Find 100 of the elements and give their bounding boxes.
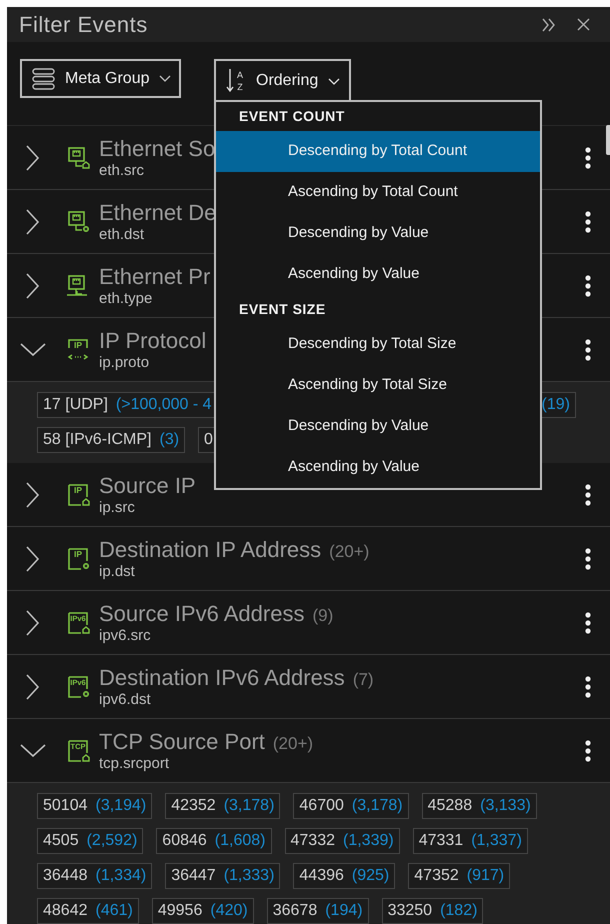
- value-text: 36678: [272, 901, 318, 921]
- group-count: (7): [352, 670, 374, 688]
- value-count: (1,337): [471, 831, 522, 851]
- menu-item[interactable]: Descending by Total Count: [216, 131, 540, 172]
- value-tag[interactable]: 58 [IPv6-ICMP] (3): [37, 427, 186, 453]
- network-port-icon: [66, 146, 90, 170]
- more-options-icon[interactable]: [585, 484, 591, 506]
- value-tag[interactable]: 47331 (1,337): [412, 828, 528, 854]
- value-tag[interactable]: 36447 (1,333): [165, 863, 280, 889]
- value-tag[interactable]: 49956 (420): [152, 898, 254, 924]
- double-chevron-right-icon[interactable]: [542, 18, 556, 32]
- group-title[interactable]: Source IP: [99, 474, 196, 496]
- group-count: (20+): [329, 542, 370, 560]
- value-text: 44396: [299, 866, 344, 886]
- chevron-right-icon[interactable]: [26, 272, 40, 298]
- value-tag[interactable]: 36678 (194): [266, 898, 369, 924]
- menu-section-header: EVENT COUNT: [239, 107, 345, 126]
- menu-section-header: EVENT SIZE: [239, 300, 326, 319]
- value-count: (194): [325, 901, 363, 921]
- chevron-right-icon[interactable]: [26, 546, 40, 572]
- group-title[interactable]: IP Protocol: [99, 330, 206, 352]
- field-name: ipv6.dst: [99, 692, 151, 706]
- chevron-right-icon[interactable]: [26, 674, 40, 700]
- more-options-icon[interactable]: [585, 740, 591, 762]
- value-count: (1,334): [96, 866, 146, 886]
- value-count: (19): [542, 395, 570, 415]
- value-count: (3,133): [480, 796, 531, 816]
- group-count: (9): [312, 606, 334, 624]
- group-title[interactable]: Destination IP Address: [99, 538, 322, 560]
- value-text: 48642: [43, 901, 88, 921]
- value-count: (2,592): [86, 831, 138, 851]
- group-title[interactable]: Destination IPv6 Address: [99, 666, 345, 688]
- value-tag[interactable]: 4505 (2,592): [37, 828, 144, 854]
- chevron-right-icon[interactable]: [26, 610, 40, 636]
- value-tag[interactable]: 36448 (1,334): [37, 863, 152, 889]
- value-text: 4505: [43, 831, 79, 851]
- more-options-icon[interactable]: [585, 338, 591, 360]
- chevron-right-icon[interactable]: [26, 482, 40, 508]
- scrollbar-thumb[interactable]: [606, 125, 610, 155]
- network-port-icon: [66, 210, 90, 234]
- value-tag[interactable]: 50104 (3,194): [37, 793, 152, 819]
- caret-icon: [328, 78, 340, 84]
- more-options-icon[interactable]: [585, 210, 591, 232]
- field-name: ip.dst: [99, 564, 135, 578]
- field-name: tcp.srcport: [99, 756, 170, 770]
- value-text: 50104: [43, 796, 88, 816]
- group-title[interactable]: TCP Source Port: [99, 730, 265, 752]
- meta-group-button[interactable]: Meta Group: [20, 59, 181, 98]
- value-tag[interactable]: 48642 (461): [37, 898, 139, 924]
- value-count: (925): [352, 866, 390, 886]
- more-options-icon[interactable]: [585, 612, 591, 634]
- value-text: 49956: [158, 901, 202, 921]
- more-options-icon[interactable]: [585, 676, 591, 698]
- group-title[interactable]: Ethernet Pr: [99, 266, 210, 288]
- value-tag[interactable]: 45288 (3,133): [422, 793, 537, 819]
- value-count: (>100,000 - 4: [116, 395, 212, 415]
- group-title[interactable]: Source IPv6 Address: [99, 602, 304, 624]
- chevron-right-icon[interactable]: [26, 144, 40, 170]
- value-tag[interactable]: 44396 (925): [293, 863, 396, 889]
- field-name: ipv6.src: [99, 628, 151, 642]
- value-text: 33250: [388, 901, 432, 921]
- value-text: 47331: [418, 831, 464, 851]
- value-tag[interactable]: 47332 (1,339): [284, 828, 400, 854]
- caret-icon: [159, 75, 172, 82]
- more-options-icon[interactable]: [585, 274, 591, 296]
- more-options-icon[interactable]: [585, 146, 591, 168]
- value-count: (1,333): [224, 866, 274, 886]
- network-port-icon: [66, 274, 90, 298]
- close-icon[interactable]: [577, 18, 590, 31]
- value-count: (3,178): [352, 796, 403, 816]
- value-text: 47352: [414, 866, 459, 886]
- value-tag[interactable]: 46700 (3,178): [293, 793, 409, 819]
- value-text: 46700: [299, 796, 344, 816]
- value-count: (3): [159, 430, 180, 450]
- group-title[interactable]: Ethernet De: [99, 202, 216, 224]
- value-text: 17 [UDP]: [43, 395, 108, 415]
- panel-title: Filter Events: [19, 11, 148, 39]
- group-title[interactable]: Ethernet So: [99, 138, 216, 160]
- chevron-right-icon[interactable]: [26, 208, 40, 234]
- field-name: ip.proto: [99, 354, 150, 370]
- value-tag[interactable]: 47352 (917): [408, 863, 510, 889]
- value-count: (420): [210, 901, 248, 921]
- value-text: 60846: [162, 831, 207, 851]
- chevron-down-icon[interactable]: [20, 342, 46, 356]
- group-count: (20+): [272, 734, 314, 752]
- stack-icon: [32, 68, 55, 90]
- value-tag[interactable]: 33250 (182): [382, 898, 484, 924]
- value-count: (1,339): [343, 831, 394, 851]
- field-name: ip.src: [99, 500, 135, 514]
- value-count: (917): [466, 866, 504, 886]
- value-tag[interactable]: 60846 (1,608): [156, 828, 272, 854]
- chevron-down-icon[interactable]: [20, 744, 46, 758]
- value-count: (1,608): [214, 831, 266, 851]
- more-options-icon[interactable]: [585, 548, 591, 570]
- value-count: (3,194): [96, 796, 146, 816]
- value-tag[interactable]: 42352 (3,178): [165, 793, 280, 819]
- value-text: 47332: [290, 831, 335, 851]
- field-name: eth.src: [99, 162, 144, 178]
- field-name: eth.dst: [99, 226, 144, 242]
- value-text: 45288: [428, 796, 472, 816]
